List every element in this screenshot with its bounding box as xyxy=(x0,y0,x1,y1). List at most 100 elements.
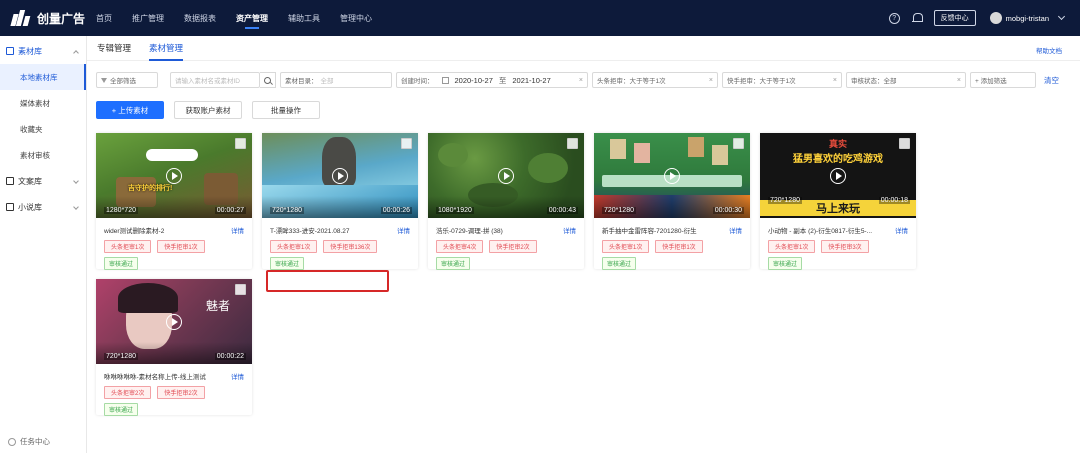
nav-tools[interactable]: 辅助工具 xyxy=(288,0,320,36)
close-icon[interactable]: × xyxy=(709,77,713,84)
sidebar-item-media-material[interactable]: 媒体素材 xyxy=(0,90,86,116)
directory-value: 全部 xyxy=(320,78,334,85)
help-doc-link[interactable]: 帮助文档 xyxy=(1036,45,1062,55)
status-badge: 审核通过 xyxy=(436,257,471,270)
tab-material[interactable]: 素材管理 xyxy=(149,36,184,61)
close-icon[interactable]: × xyxy=(833,77,837,84)
play-icon[interactable] xyxy=(166,314,182,330)
sidebar-item-favorites[interactable]: 收藏夹 xyxy=(0,116,86,142)
search-button[interactable] xyxy=(260,72,276,88)
chevron-down-icon[interactable] xyxy=(1057,12,1066,21)
play-icon[interactable] xyxy=(332,168,348,184)
kuaishou-reject-badge: 快手拒审2次 xyxy=(489,240,537,253)
play-icon[interactable] xyxy=(664,168,680,184)
card-title: T-漂眸333-进安-2021.08.27 xyxy=(270,228,350,235)
thumb-caption: 魅者 xyxy=(206,299,231,313)
material-card[interactable]: 720*1280 00:00:26 T-漂眸333-进安-2021.08.27 … xyxy=(262,133,418,270)
nav-management[interactable]: 管理中心 xyxy=(340,0,372,36)
detail-link[interactable]: 详情 xyxy=(895,225,908,235)
detail-link[interactable]: 详情 xyxy=(729,225,742,235)
kuaishou-reject-filter[interactable]: 快手拒审：大于等于1次 × xyxy=(722,72,842,88)
sidebar-group-material[interactable]: 素材库 xyxy=(0,38,86,64)
thumb-caption: 猛男喜欢的吃鸡游戏 xyxy=(793,154,883,165)
toutiao-reject-badge: 头条拒审1次 xyxy=(104,240,152,253)
fetch-account-material-button[interactable]: 获取账户素材 xyxy=(174,101,242,119)
app-logo[interactable]: 创量广告 xyxy=(0,10,88,27)
toutiao-reject-badge: 头条拒审1次 xyxy=(602,240,650,253)
material-card[interactable]: 魅者 720*1280 00:00:22 咻咻咻咻咻-素材名称上传-线上测试 详… xyxy=(96,279,252,416)
bell-icon[interactable] xyxy=(911,12,923,24)
select-checkbox[interactable] xyxy=(567,138,578,149)
book-icon xyxy=(6,203,14,211)
nav-reports[interactable]: 数据报表 xyxy=(184,0,216,36)
select-checkbox[interactable] xyxy=(401,138,412,149)
kuaishou-reject-badge: 快手拒审1次 xyxy=(655,240,703,253)
video-thumbnail[interactable]: 720*1280 00:00:30 xyxy=(594,133,750,218)
close-icon[interactable]: × xyxy=(579,77,583,84)
nav-home[interactable]: 首页 xyxy=(96,0,112,36)
directory-label: 素材目录： xyxy=(285,78,318,85)
all-filter-label: 全部筛选 xyxy=(110,78,136,85)
material-card[interactable]: 720*1280 00:00:30 新手抽中金雷阵容-7201280-衍生 详情… xyxy=(594,133,750,270)
duration-label: 00:00:18 xyxy=(878,197,910,204)
video-thumbnail[interactable]: 魅者 720*1280 00:00:22 xyxy=(96,279,252,364)
sidebar-item-local-library[interactable]: 本地素材库 xyxy=(0,64,86,90)
video-thumbnail[interactable]: 720*1280 00:00:26 xyxy=(262,133,418,218)
kuaishou-reject-badge: 快手拒审3次 xyxy=(821,240,869,253)
sidebar-group-label: 文案库 xyxy=(18,176,42,186)
select-checkbox[interactable] xyxy=(235,284,246,295)
avatar[interactable] xyxy=(989,12,1002,24)
select-checkbox[interactable] xyxy=(733,138,744,149)
upload-button[interactable]: + 上传素材 xyxy=(96,101,164,119)
feedback-button[interactable]: 反馈中心 xyxy=(933,10,976,26)
review-status-filter[interactable]: 审核状态：全部 × xyxy=(846,72,966,88)
video-thumbnail[interactable]: 真实 猛男喜欢的吃鸡游戏 马上来玩 720*1280 00:00:18 xyxy=(760,133,916,218)
detail-link[interactable]: 详情 xyxy=(231,225,244,235)
video-thumbnail[interactable]: 1080*1920 00:00:43 xyxy=(428,133,584,218)
thumb-caption: 真实 xyxy=(828,139,847,149)
action-bar: + 上传素材 获取账户素材 批量操作 xyxy=(96,101,330,119)
video-thumbnail[interactable]: 吉守护的排行! 1280*720 00:00:27 xyxy=(96,133,252,218)
username[interactable]: mobgi-tristan xyxy=(1006,14,1049,23)
task-center[interactable]: 任务中心 xyxy=(8,436,50,447)
select-checkbox[interactable] xyxy=(235,138,246,149)
nav-assets[interactable]: 资产管理 xyxy=(236,0,268,36)
clear-filters-link[interactable]: 清空 xyxy=(1044,75,1059,86)
date-range-picker[interactable]: 创建时间： 2020-10-27 至 2021-10-27 × xyxy=(396,72,588,88)
chevron-up-icon xyxy=(73,49,79,56)
duration-label: 00:00:27 xyxy=(214,207,246,214)
card-title: 咻咻咻咻咻-素材名称上传-线上测试 xyxy=(104,374,206,381)
sidebar-group-copy[interactable]: 文案库 xyxy=(0,168,86,194)
toutiao-reject-filter[interactable]: 头条拒审：大于等于1次 × xyxy=(592,72,718,88)
resolution-label: 720*1280 xyxy=(270,207,304,214)
batch-operation-button[interactable]: 批量操作 xyxy=(252,101,320,119)
play-icon[interactable] xyxy=(166,168,182,184)
card-title: wider测试删除素材-2 xyxy=(104,228,165,235)
material-card[interactable]: 真实 猛男喜欢的吃鸡游戏 马上来玩 720*1280 00:00:18 小动物 … xyxy=(760,133,916,270)
sidebar-group-novel[interactable]: 小说库 xyxy=(0,194,86,220)
main-content: 专辑管理 素材管理 帮助文档 全部筛选 请输入素材名或素材ID 素材目录： 全部… xyxy=(87,36,1080,453)
select-checkbox[interactable] xyxy=(899,138,910,149)
material-card[interactable]: 吉守护的排行! 1280*720 00:00:27 wider测试删除素材-2 … xyxy=(96,133,252,270)
toutiao-reject-badge: 头条拒审1次 xyxy=(768,240,816,253)
detail-link[interactable]: 详情 xyxy=(397,225,410,235)
add-filter-button[interactable]: + 添加筛选 xyxy=(970,72,1036,88)
nav-promotion[interactable]: 推广管理 xyxy=(132,0,164,36)
sidebar: 素材库 本地素材库 媒体素材 收藏夹 素材审核 文案库 小说库 任务中心 xyxy=(0,36,87,453)
detail-link[interactable]: 详情 xyxy=(563,225,576,235)
help-icon[interactable]: ? xyxy=(888,12,900,24)
sidebar-item-review[interactable]: 素材审核 xyxy=(0,142,86,168)
play-icon[interactable] xyxy=(498,168,514,184)
resolution-label: 720*1280 xyxy=(104,353,138,360)
all-filter-button[interactable]: 全部筛选 xyxy=(96,72,158,88)
thumb-caption: 吉守护的排行! xyxy=(128,185,173,192)
material-card[interactable]: 1080*1920 00:00:43 浩乐-0729-调理-拼 (38) 详情 … xyxy=(428,133,584,270)
directory-select[interactable]: 素材目录： 全部 xyxy=(280,72,392,88)
duration-label: 00:00:43 xyxy=(546,207,578,214)
kuaishou-reject-badge: 快手拒审1次 xyxy=(157,240,205,253)
close-icon[interactable]: × xyxy=(957,77,961,84)
play-icon[interactable] xyxy=(830,168,846,184)
detail-link[interactable]: 详情 xyxy=(231,371,244,381)
tab-album[interactable]: 专辑管理 xyxy=(97,36,131,61)
search-input[interactable]: 请输入素材名或素材ID xyxy=(170,72,260,88)
